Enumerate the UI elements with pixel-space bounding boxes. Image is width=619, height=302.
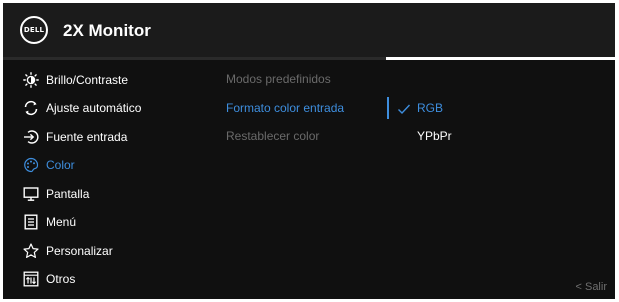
submenu-item-modos-predefinidos[interactable]: Modos predefinidos — [226, 72, 331, 86]
menu-item-pantalla[interactable]: Pantalla — [23, 184, 89, 204]
display-icon — [23, 186, 39, 202]
submenu-item-formato-color-entrada[interactable]: Formato color entrada — [226, 101, 344, 115]
monitor-osd: DELL 2X Monitor Brillo/Contraste Ajuste … — [3, 3, 615, 299]
others-icon — [23, 271, 39, 287]
menu-item-label: Otros — [46, 272, 76, 286]
menu-item-ajuste-automatico[interactable]: Ajuste automático — [23, 98, 141, 118]
menu-item-brillo-contraste[interactable]: Brillo/Contraste — [23, 70, 128, 90]
auto-adjust-icon — [23, 100, 39, 116]
submenu-item-restablecer-color[interactable]: Restablecer color — [226, 129, 319, 143]
menu-item-label: Personalizar — [46, 244, 113, 258]
input-source-icon — [23, 129, 39, 145]
menu-item-menu[interactable]: Menú — [23, 212, 76, 232]
menu-item-label: Color — [46, 158, 75, 172]
page-title: 2X Monitor — [63, 21, 151, 40]
menu-item-label: Brillo/Contraste — [46, 73, 129, 87]
header-progress-indicator — [386, 57, 615, 60]
menu-item-label: Ajuste automático — [46, 101, 142, 115]
menu-item-label: Pantalla — [46, 187, 90, 201]
option-rgb[interactable]: RGB — [417, 101, 443, 115]
selection-marker — [387, 97, 389, 119]
star-icon — [23, 243, 39, 259]
exit-button[interactable]: < Salir — [576, 281, 608, 293]
menu-icon — [23, 214, 39, 230]
menu-item-fuente-entrada[interactable]: Fuente entrada — [23, 127, 127, 147]
brightness-icon — [23, 72, 39, 88]
menu-item-label: Menú — [46, 215, 77, 229]
menu-item-label: Fuente entrada — [46, 130, 128, 144]
menu-item-otros[interactable]: Otros — [23, 269, 75, 289]
osd-header: DELL 2X Monitor — [3, 3, 615, 57]
menu-item-color[interactable]: Color — [23, 155, 75, 175]
dell-logo: DELL — [20, 16, 48, 44]
check-icon — [397, 102, 411, 115]
menu-item-personalizar[interactable]: Personalizar — [23, 241, 113, 261]
palette-icon — [23, 157, 39, 173]
option-ypbpr[interactable]: YPbPr — [417, 129, 452, 143]
